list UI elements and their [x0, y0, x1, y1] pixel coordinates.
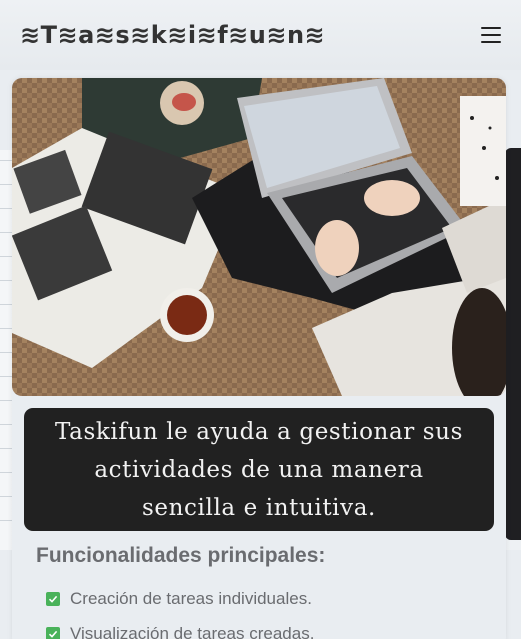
list-item: Visualización de tareas creadas. — [46, 616, 314, 639]
feature-label: Visualización de tareas creadas. — [70, 623, 315, 639]
background-dark-edge — [505, 148, 521, 540]
brand-logo[interactable]: ≋T≋a≋s≋k≋i≋f≋u≋n≋ — [20, 21, 325, 49]
hero-image — [12, 78, 506, 396]
hamburger-menu-icon[interactable] — [481, 27, 501, 43]
features-title: Funcionalidades principales: — [36, 544, 326, 567]
feature-label: Creación de tareas individuales. — [70, 588, 312, 608]
checkbox-checked-icon — [46, 591, 60, 606]
navbar: ≋T≋a≋s≋k≋i≋f≋u≋n≋ — [0, 0, 521, 70]
tagline-banner: Taskifun le ayuda a gestionar sus activi… — [24, 408, 494, 531]
tagline-text: Taskifun le ayuda a gestionar sus activi… — [54, 418, 463, 521]
main-card: Taskifun le ayuda a gestionar sus activi… — [12, 78, 506, 639]
checkbox-checked-icon — [46, 626, 60, 639]
features-list: Creación de tareas individuales. Visuali… — [46, 581, 314, 639]
list-item: Creación de tareas individuales. — [46, 581, 314, 616]
